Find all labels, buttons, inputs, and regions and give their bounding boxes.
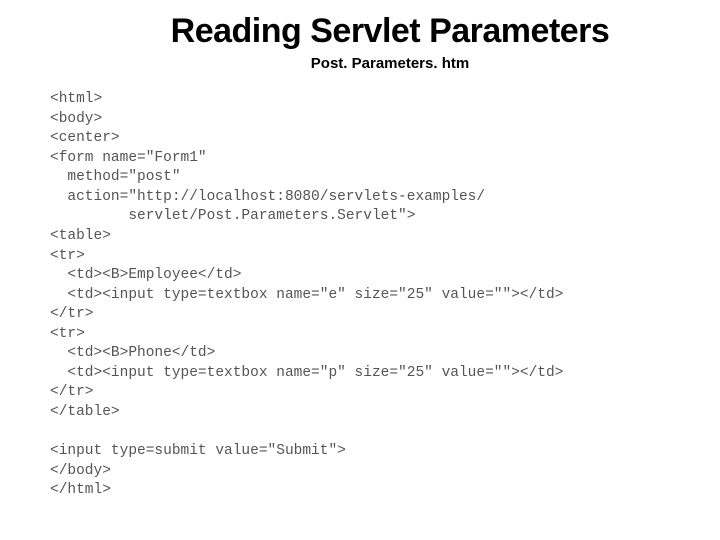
slide-container: Reading Servlet Parameters Post. Paramet… [0,0,720,540]
code-sample: <html> <body> <center> <form name="Form1… [50,90,680,501]
slide-subtitle: Post. Parameters. htm [100,55,680,72]
slide-title: Reading Servlet Parameters [100,12,680,51]
